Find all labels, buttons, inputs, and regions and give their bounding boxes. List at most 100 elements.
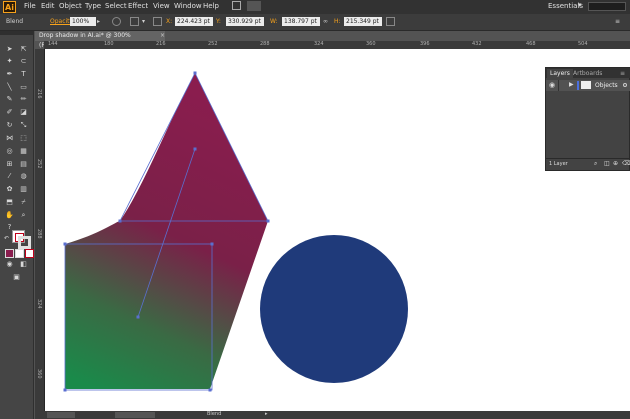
menu-edit[interactable]: Edit: [41, 2, 55, 10]
target-circle-icon[interactable]: [623, 83, 627, 87]
anchor-point[interactable]: [208, 388, 212, 392]
draw-normal-icon[interactable]: ◉: [5, 260, 14, 269]
draw-behind-icon[interactable]: ◧: [19, 260, 28, 269]
anchor-point[interactable]: [118, 219, 122, 223]
anchor-point[interactable]: [266, 219, 270, 223]
stroke-color-swatch[interactable]: [18, 236, 31, 249]
panel-menu-icon[interactable]: ≡: [620, 69, 625, 78]
pen-tool-icon[interactable]: ✒: [5, 70, 14, 79]
zoom-level-field[interactable]: [47, 412, 75, 418]
anchor-point[interactable]: [193, 147, 197, 151]
layer-name[interactable]: Objects: [595, 81, 618, 90]
screen-mode-icon[interactable]: ▣: [12, 273, 21, 282]
mesh-tool-icon[interactable]: ⊞: [5, 160, 14, 169]
width-tool-icon[interactable]: ⋈: [5, 134, 14, 143]
ruler-tick: 252: [36, 159, 42, 169]
ruler-tick: 252: [208, 41, 218, 47]
gradient-tool-icon[interactable]: ▤: [19, 160, 28, 169]
anchor-point[interactable]: [210, 242, 214, 246]
y-field[interactable]: 330.929 pt: [226, 17, 264, 26]
constrain-proportions-icon[interactable]: ∞: [323, 18, 328, 25]
pencil-tool-icon[interactable]: ✏: [19, 95, 28, 104]
control-bar-menu-icon[interactable]: ≡: [615, 18, 620, 25]
new-sublayer-icon[interactable]: ⊕: [613, 160, 618, 167]
magic-wand-tool-icon[interactable]: ✦: [5, 57, 14, 66]
transform-icon[interactable]: [386, 17, 395, 26]
w-field[interactable]: 138.797 pt: [282, 17, 320, 26]
shape-builder-tool-icon[interactable]: ◎: [5, 147, 14, 156]
align-grid-icon[interactable]: [130, 17, 139, 26]
close-document-icon[interactable]: ×: [160, 32, 165, 39]
layer-row[interactable]: ◉ ▶ Objects: [546, 80, 630, 91]
slice-tool-icon[interactable]: ⌿: [19, 198, 28, 207]
help-search-input[interactable]: [588, 2, 626, 11]
blob-brush-tool-icon[interactable]: ✐: [5, 108, 14, 117]
vertical-ruler[interactable]: 216 252 288 324 360: [35, 49, 45, 411]
eraser-tool-icon[interactable]: ◪: [19, 108, 28, 117]
lock-column[interactable]: [558, 80, 559, 91]
arrange-documents-icon[interactable]: [247, 1, 261, 11]
menu-view[interactable]: View: [153, 2, 170, 10]
visibility-eye-icon[interactable]: ◉: [549, 81, 555, 89]
anchor-point[interactable]: [136, 315, 140, 319]
scale-tool-icon[interactable]: ⤡: [19, 121, 28, 130]
tab-layers[interactable]: Layers: [547, 69, 573, 78]
recolor-artwork-icon[interactable]: [112, 17, 121, 26]
workspace-chevron-icon[interactable]: ▾: [578, 1, 582, 9]
lasso-tool-icon[interactable]: ⊂: [19, 57, 28, 66]
eyedropper-tool-icon[interactable]: ⁄: [5, 172, 14, 181]
tools-panel-header: [0, 31, 33, 35]
column-graph-tool-icon[interactable]: ▥: [19, 185, 28, 194]
menu-file[interactable]: File: [24, 2, 36, 10]
artwork[interactable]: [45, 49, 630, 411]
opacity-dropdown-icon[interactable]: ▸: [97, 18, 100, 25]
hand-tool-icon[interactable]: ✋: [5, 211, 14, 220]
anchor-point[interactable]: [63, 242, 67, 246]
artboard-navigation[interactable]: [115, 412, 155, 418]
type-tool-icon[interactable]: T: [19, 70, 28, 79]
layers-panel: Layers Artboards ≡ ◉ ▶ Objects 1 Layer ⌕…: [545, 67, 630, 171]
menu-help[interactable]: Help: [203, 2, 219, 10]
opacity-field[interactable]: 100%: [70, 17, 96, 26]
anchor-point[interactable]: [63, 388, 67, 392]
anchor-point[interactable]: [193, 71, 197, 75]
x-field[interactable]: 224.423 pt: [175, 17, 213, 26]
zoom-tool-icon[interactable]: ⌕: [19, 211, 28, 220]
menu-effect[interactable]: Effect: [128, 2, 148, 10]
tab-artboards[interactable]: Artboards: [570, 69, 605, 78]
direct-selection-tool-icon[interactable]: ⇱: [19, 45, 28, 54]
blend-tool-icon[interactable]: ◍: [19, 172, 28, 181]
reference-point-icon[interactable]: [153, 17, 162, 26]
artboard-canvas[interactable]: [45, 49, 630, 411]
menu-object[interactable]: Object: [59, 2, 82, 10]
document-tab[interactable]: Drop shadow in AI.ai* @ 300% (RGB/Previe…: [35, 31, 165, 49]
selection-tool-icon[interactable]: ➤: [5, 45, 14, 54]
line-tool-icon[interactable]: ╲: [5, 83, 14, 92]
color-mode-icon[interactable]: [5, 249, 14, 258]
artboard-tool-icon[interactable]: ⬒: [5, 198, 14, 207]
paintbrush-tool-icon[interactable]: ✎: [5, 95, 14, 104]
blue-circle[interactable]: [260, 235, 408, 383]
status-bar: Blend ▸: [35, 411, 630, 419]
delete-layer-icon[interactable]: ⌫: [622, 160, 630, 167]
status-menu-icon[interactable]: ▸: [265, 411, 268, 417]
locate-object-icon[interactable]: ⌕: [594, 160, 597, 168]
align-chevron-icon[interactable]: ▾: [142, 18, 145, 25]
blend-shape[interactable]: [65, 73, 268, 389]
none-mode-icon[interactable]: [25, 249, 34, 258]
gradient-mode-icon[interactable]: [15, 249, 24, 258]
rotate-tool-icon[interactable]: ↻: [5, 121, 14, 130]
ruler-tick: 432: [472, 41, 482, 47]
menu-select[interactable]: Select: [105, 2, 127, 10]
bridge-icon[interactable]: [232, 1, 241, 10]
menu-window[interactable]: Window: [174, 2, 202, 10]
symbol-sprayer-tool-icon[interactable]: ✿: [5, 185, 14, 194]
expand-triangle-icon[interactable]: ▶: [569, 81, 574, 88]
perspective-grid-tool-icon[interactable]: ▦: [19, 147, 28, 156]
h-field[interactable]: 215.349 pt: [344, 17, 382, 26]
free-transform-tool-icon[interactable]: ⬚: [19, 134, 28, 143]
clipping-mask-icon[interactable]: ◫: [604, 160, 610, 167]
swap-fill-stroke-icon[interactable]: ↶: [2, 234, 11, 243]
rectangle-tool-icon[interactable]: ▭: [19, 83, 28, 92]
menu-type[interactable]: Type: [85, 2, 101, 10]
